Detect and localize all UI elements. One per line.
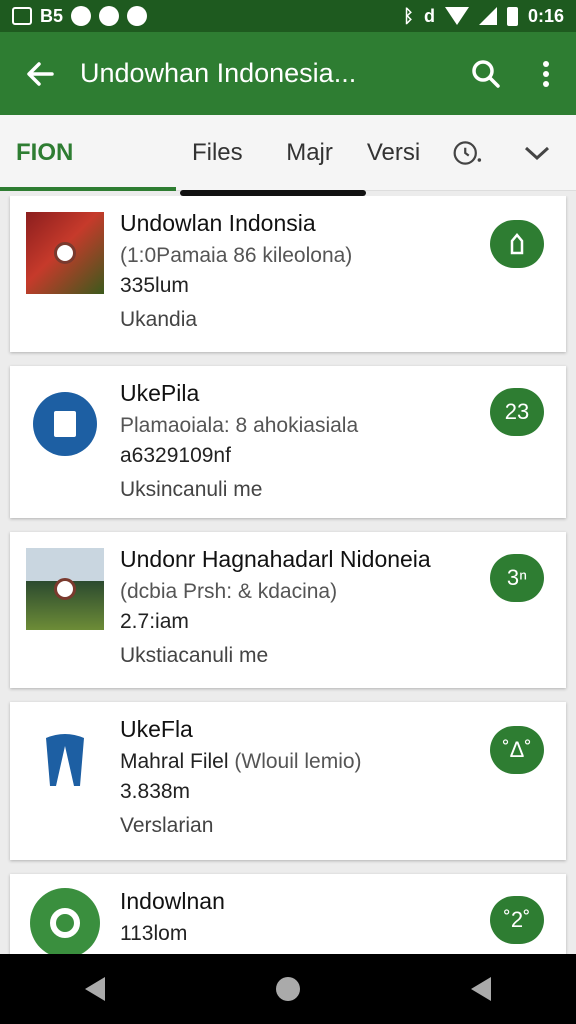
arrow-left-icon [27,61,54,86]
download-button[interactable] [490,220,544,268]
chat-icon [99,6,120,26]
back-button[interactable] [0,32,80,115]
tab-files[interactable]: Files [176,115,270,191]
tab-bar: FION Files Majr Versi [0,115,576,191]
item-size: 2.7:iam [120,610,189,633]
item-extra: a6329109nf [120,444,231,467]
item-badge[interactable]: 3ⁿ [490,554,544,602]
bluetooth-icon: ᛒ [403,5,414,26]
tab-majr[interactable]: Majr [270,115,351,191]
tab-fion[interactable]: FION [0,115,176,191]
search-button[interactable] [456,32,516,115]
more-options-button[interactable] [516,32,576,115]
app-bar: Undowhan Indonesia... [0,32,576,115]
item-meta: Ukstiacanuli me [120,644,269,667]
item-subtitle-note: (Wlouil lemio) [234,750,362,773]
list-item[interactable]: UkePila Plamaoiala: 8 ahokiasiala a63291… [10,366,566,518]
status-time: 0:16 [527,5,564,26]
item-meta: Ukandia [120,308,198,331]
lens-icon [30,888,100,954]
status-left-label: B5 [40,5,64,26]
wifi-icon [444,7,469,25]
item-badge[interactable]: 23 [490,388,544,436]
carrier-glyph: d [423,5,435,26]
food-photo [26,212,104,294]
house-photo [26,548,104,630]
file-list: Undowlan Indonsia (1:0Pamaia 86 kileolon… [0,196,576,954]
nav-home-icon[interactable] [275,977,300,1001]
status-bar: B5 ᛒ d 0:16 [0,0,576,32]
item-subtitle-main: Mahral Filel [120,750,229,773]
item-meta: Verslarian [120,814,214,837]
app-logo-icon [46,734,84,786]
history-icon [453,140,482,165]
list-item[interactable]: Undonr Hagnahadarl Nidoneia (dcbia Prsh:… [10,532,566,688]
nav-recents-icon[interactable] [470,977,491,1001]
document-icon [33,392,97,456]
chevron-down-icon [525,146,550,160]
system-nav-bar [0,954,576,1024]
more-vert-icon [543,60,549,87]
nav-back-icon[interactable] [85,977,106,1001]
item-meta: Uksincanuli me [120,478,263,501]
item-badge[interactable]: ˚2˚ [490,896,544,944]
item-size: 335lum [120,274,189,297]
tabs-more-button[interactable] [498,115,576,191]
item-badge[interactable]: ˚Δ˚ [490,726,544,774]
list-item[interactable]: Undowlan Indonsia (1:0Pamaia 86 kileolon… [10,196,566,352]
list-item[interactable]: UkeFla Mahral Filel (Wlouil lemio) 3.838… [10,702,566,860]
list-item[interactable]: Indowlnan 113lom ˚2˚ [10,874,566,954]
item-size: 3.838m [120,780,191,803]
signal-icon [478,7,497,25]
battery-icon [506,6,518,26]
search-icon [472,59,500,88]
page-title: Undowhan Indonesia... [80,58,357,88]
tab-history[interactable] [436,115,498,191]
pin-icon [127,6,148,26]
alarm-icon [71,6,92,26]
tab-versi[interactable]: Versi [351,115,436,191]
download-icon [510,233,524,255]
square-icon [12,7,32,25]
